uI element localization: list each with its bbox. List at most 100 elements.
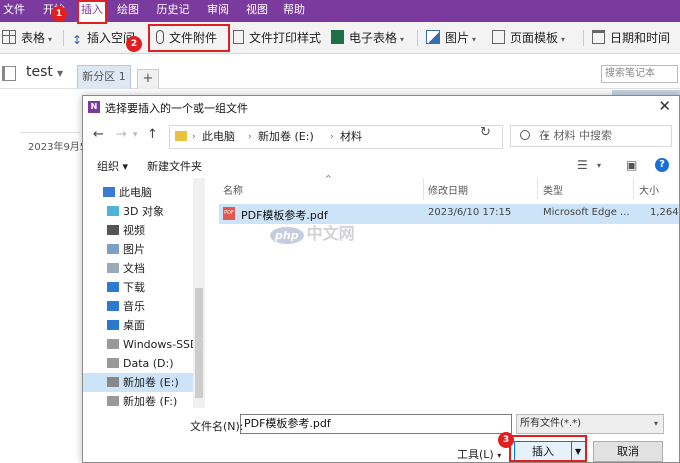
view-options-icon[interactable]: ☰ (577, 158, 588, 172)
page-template-label: 页面模板 (510, 31, 559, 45)
menu-draw[interactable]: 绘图 (115, 0, 141, 22)
new-folder-button[interactable]: 新建文件夹 (147, 158, 202, 174)
sort-up-icon: ^ (325, 174, 332, 183)
notebook-search-input[interactable]: 搜索笔记本 (601, 65, 678, 83)
nav-item-label: 桌面 (123, 319, 145, 332)
dialog-title: 选择要插入的一个或一组文件 (105, 102, 248, 115)
picture-button[interactable]: 图片 ▾ (426, 26, 476, 50)
scrollbar-thumb[interactable] (195, 288, 203, 398)
refresh-icon[interactable]: ↻ (480, 125, 491, 140)
nav-item-label: 视频 (123, 224, 145, 237)
dialog-search-input[interactable]: 在 材料 中搜索 (510, 125, 672, 147)
chevron-down-icon: ▾ (653, 419, 658, 428)
filename-input[interactable]: PDF模板参考.pdf (240, 414, 512, 434)
menu-view[interactable]: 视图 (244, 0, 270, 22)
address-bar[interactable]: › 此电脑 › 新加卷 (E:) › 材料 ▾ (169, 125, 549, 149)
menu-history[interactable]: 历史记录 (153, 0, 193, 36)
chevron-down-icon[interactable]: ▾ (597, 161, 601, 170)
add-section-button[interactable]: + (137, 69, 159, 89)
nav-item-drive-d[interactable]: Data (D:) (83, 354, 193, 373)
filename-label: 文件名(N): (190, 420, 244, 433)
menu-review[interactable]: 审阅 (205, 0, 231, 22)
table-button[interactable]: 表格 ▾ (2, 26, 52, 50)
notebook-bar: test ▼ 新分区 1 + 搜索笔记本 (0, 55, 680, 89)
nav-item-documents[interactable]: 文档 (83, 259, 193, 278)
date-time-label: 日期和时间 (610, 31, 671, 45)
picture-label: 图片 (445, 31, 470, 45)
dialog-button-row: 工具(L) ▾ 插入 ▼ 取消 (83, 441, 679, 463)
menu-help[interactable]: 帮助 (281, 0, 307, 22)
organize-button[interactable]: 组织 ▾ (97, 158, 128, 174)
breadcrumb-this-pc[interactable]: 此电脑 (202, 126, 235, 148)
chevron-down-icon[interactable]: ▾ (133, 130, 138, 140)
file-modified: 2023/6/10 17:15 (428, 207, 512, 218)
chevron-right-icon: › (192, 132, 196, 142)
chevron-down-icon: ▾ (561, 35, 566, 44)
folder-icon (175, 131, 187, 141)
column-modified[interactable]: 修改日期 (428, 182, 468, 197)
nav-item-drive-f[interactable]: 新加卷 (F:) (83, 392, 193, 408)
annotation-badge-3: 3 (498, 432, 514, 448)
toolbar-divider (583, 30, 584, 46)
drive-icon (107, 396, 119, 406)
file-dialog: N 选择要插入的一个或一组文件 ✕ ← → ▾ ↑ › 此电脑 › 新加卷 (E… (82, 95, 680, 463)
picture-icon (426, 30, 440, 44)
nav-item-desktop[interactable]: 桌面 (83, 316, 193, 335)
document-icon (107, 263, 119, 273)
preview-pane-icon[interactable]: ▣ (626, 158, 637, 172)
nav-item-downloads[interactable]: 下载 (83, 278, 193, 297)
nav-item-videos[interactable]: 视频 (83, 221, 193, 240)
menu-file[interactable]: 文件 (2, 0, 26, 22)
chevron-right-icon: › (248, 132, 252, 142)
nav-item-drive-e[interactable]: 新加卷 (E:) (83, 373, 193, 392)
help-icon[interactable]: ? (655, 158, 669, 172)
annotation-box-insert-button (509, 435, 587, 462)
chevron-down-icon[interactable]: ▼ (57, 69, 63, 78)
table-icon (2, 30, 16, 44)
spreadsheet-label: 电子表格 (349, 31, 398, 45)
page-template-button[interactable]: 页面模板 ▾ (492, 26, 565, 50)
nav-item-windows-ssd[interactable]: Windows-SSD ( (83, 335, 206, 354)
watermark-text: 中文网 (306, 224, 355, 243)
video-icon (107, 225, 119, 235)
nav-item-music[interactable]: 音乐 (83, 297, 193, 316)
filename-row: 文件名(N): PDF模板参考.pdf 所有文件(*.*) ▾ (83, 414, 679, 438)
picture-icon (107, 244, 119, 254)
dialog-search-placeholder: 在 材料 中搜索 (539, 129, 612, 142)
tools-button[interactable]: 工具(L) ▾ (457, 446, 501, 462)
desktop-icon (107, 320, 119, 330)
chevron-down-icon: ▾ (472, 35, 477, 44)
ribbon-toolbar: 表格 ▾ ↕ 插入空间 文件附件 文件打印样式 电子表格 ▾ 图片 ▾ 页面模板 ▾ 日期… (0, 22, 680, 54)
onenote-icon: N (88, 101, 100, 113)
column-size[interactable]: 大小 (639, 182, 659, 197)
nav-item-label: 新加卷 (E:) (123, 376, 179, 389)
annotation-box-insert-tab (77, 0, 107, 24)
dialog-title-bar: N 选择要插入的一个或一组文件 ✕ (83, 96, 679, 118)
nav-item-label: Data (D:) (123, 357, 174, 370)
breadcrumb-drive-e[interactable]: 新加卷 (E:) (258, 126, 314, 148)
drive-icon (107, 339, 119, 349)
nav-item-pictures[interactable]: 图片 (83, 240, 193, 259)
nav-item-3d-objects[interactable]: 3D 对象 (83, 202, 193, 221)
page-date: 2023年9月5 (28, 142, 87, 153)
excel-icon (331, 30, 344, 44)
nav-item-this-pc[interactable]: 此电脑 (83, 183, 193, 202)
nav-scrollbar[interactable] (193, 178, 205, 408)
close-icon[interactable]: ✕ (658, 97, 671, 115)
tools-label: 工具(L) (457, 448, 494, 461)
filetype-select[interactable]: 所有文件(*.*) ▾ (516, 414, 664, 434)
column-type[interactable]: 类型 (543, 182, 563, 197)
column-name[interactable]: 名称 (223, 182, 243, 197)
section-tab[interactable]: 新分区 1 (77, 65, 131, 89)
file-printout-button[interactable]: 文件打印样式 (233, 26, 321, 50)
spreadsheet-button[interactable]: 电子表格 ▾ (331, 26, 404, 50)
date-time-button[interactable]: 日期和时间 (592, 26, 670, 50)
up-arrow-icon[interactable]: ↑ (147, 127, 158, 142)
drive-icon (107, 358, 119, 368)
notebook-title[interactable]: test (26, 64, 53, 80)
back-arrow-icon[interactable]: ← (93, 127, 104, 142)
cancel-button[interactable]: 取消 (593, 441, 663, 462)
breadcrumb-folder[interactable]: 材料 (340, 126, 362, 148)
file-printout-label: 文件打印样式 (249, 31, 322, 45)
forward-arrow-icon[interactable]: → (116, 127, 127, 142)
